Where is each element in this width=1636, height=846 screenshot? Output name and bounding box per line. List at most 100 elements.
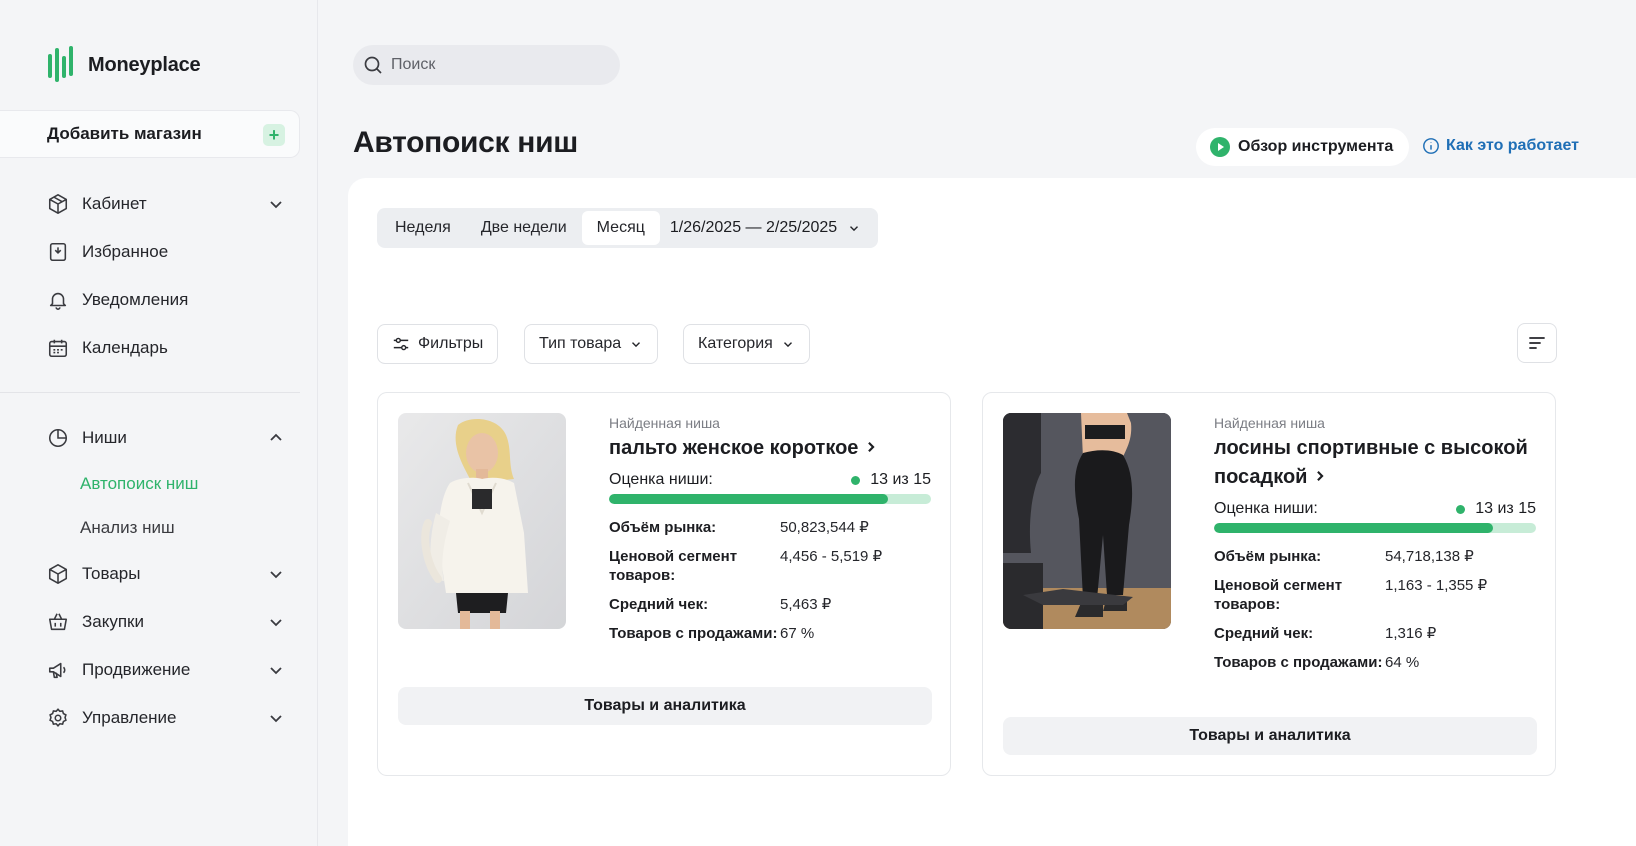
- tool-overview-button[interactable]: Обзор инструмента: [1196, 128, 1410, 166]
- niche-score-row: Оценка ниши: 13 из 15: [609, 471, 931, 489]
- add-store-button[interactable]: Добавить магазин +: [0, 110, 300, 158]
- sidebar-item-management[interactable]: Управление: [0, 694, 300, 742]
- stat-value: 5,463 ₽: [780, 596, 832, 613]
- products-analytics-button[interactable]: Товары и аналитика: [398, 687, 932, 725]
- chevron-up-icon[interactable]: [266, 428, 286, 448]
- sidebar-divider: [0, 392, 300, 393]
- sidebar-subitem-niche-analysis[interactable]: Анализ ниш: [0, 506, 300, 550]
- search-bar: [353, 45, 620, 85]
- sidebar-item-label: Ниши: [82, 428, 127, 447]
- logo-icon: [48, 46, 78, 84]
- niche-score-bar-fill: [1214, 523, 1494, 533]
- sidebar-item-label: Управление: [82, 708, 177, 727]
- stat-label: Товаров с продажами:: [609, 625, 778, 642]
- niche-stats: Объём рынка: 54,718,138 ₽ Ценовой сегмен…: [1214, 547, 1536, 672]
- sidebar-subitem-label: Автопоиск ниш: [80, 474, 199, 493]
- play-icon: [1210, 137, 1230, 157]
- chevron-down-icon[interactable]: [266, 708, 286, 728]
- stat-label: Объём рынка:: [609, 519, 717, 536]
- product-type-label: Тип товара: [539, 335, 622, 352]
- category-dropdown[interactable]: Категория: [683, 324, 810, 364]
- products-analytics-button[interactable]: Товары и аналитика: [1003, 717, 1537, 755]
- chevron-down-icon: [850, 226, 859, 232]
- plus-icon[interactable]: +: [263, 124, 285, 146]
- stat-products-with-sales: Товаров с продажами: 64 %: [1214, 653, 1536, 672]
- niche-score-value: 13 из 15: [870, 471, 931, 488]
- stat-value: 67 %: [780, 625, 815, 642]
- sidebar-item-label: Кабинет: [82, 194, 147, 213]
- product-image-leggings[interactable]: [1003, 413, 1171, 629]
- megaphone-icon: [46, 658, 70, 682]
- how-it-works-label: Как это работает: [1446, 137, 1579, 154]
- search-icon: [364, 56, 382, 74]
- chevron-down-icon[interactable]: [266, 660, 286, 680]
- sort-button[interactable]: [1517, 323, 1557, 363]
- niche-score-row: Оценка ниши: 13 из 15: [1214, 500, 1536, 518]
- niche-score-value: 13 из 15: [1475, 500, 1536, 517]
- chevron-down-icon[interactable]: [266, 612, 286, 632]
- how-it-works-link[interactable]: Как это работает: [1422, 137, 1579, 155]
- sidebar-subitem-label: Анализ ниш: [80, 518, 175, 537]
- sidebar-item-products[interactable]: Товары: [0, 550, 300, 598]
- sidebar-item-promotion[interactable]: Продвижение: [0, 646, 300, 694]
- niche-card: Найденная ниша пальто женское короткое О…: [377, 392, 951, 776]
- sidebar-item-notifications[interactable]: Уведомления: [0, 276, 300, 324]
- stat-price-segment: Ценовой сегмент товаров: 1,163 - 1,355 ₽: [1214, 576, 1536, 614]
- stat-average-check: Средний чек: 5,463 ₽: [609, 595, 931, 614]
- period-selector: Неделя Две недели Месяц 1/26/2025 — 2/25…: [377, 208, 879, 248]
- stat-label: Средний чек:: [609, 596, 709, 613]
- niche-info: Найденная ниша пальто женское короткое О…: [609, 415, 931, 653]
- period-two-weeks-tab[interactable]: Две недели: [466, 211, 582, 245]
- period-month-tab[interactable]: Месяц: [581, 211, 660, 245]
- niche-score-bar: [609, 494, 931, 504]
- chevron-right-icon: [1317, 471, 1324, 481]
- search-input[interactable]: [391, 56, 591, 74]
- sidebar-item-cabinet[interactable]: Кабинет: [0, 180, 300, 228]
- chevron-down-icon[interactable]: [266, 564, 286, 584]
- sidebar-item-calendar[interactable]: Календарь: [0, 324, 300, 372]
- period-week-tab[interactable]: Неделя: [380, 211, 466, 245]
- stat-average-check: Средний чек: 1,316 ₽: [1214, 624, 1536, 643]
- niche-title: пальто женское короткое: [609, 437, 859, 459]
- sidebar-nav-tools: Ниши Автопоиск ниш Анализ ниш Товары Зак…: [0, 414, 300, 742]
- date-range-picker[interactable]: 1/26/2025 — 2/25/2025: [660, 219, 875, 237]
- sidebar-item-niches[interactable]: Ниши: [0, 414, 300, 462]
- chevron-down-icon: [783, 342, 792, 348]
- add-store-label: Добавить магазин: [47, 124, 202, 143]
- found-niche-label: Найденная ниша: [1214, 415, 1325, 431]
- box-icon: [46, 192, 70, 216]
- sidebar-item-purchases[interactable]: Закупки: [0, 598, 300, 646]
- stat-value: 50,823,544 ₽: [780, 519, 869, 536]
- niche-title-link[interactable]: лосины спортивные с высокой посадкой: [1214, 434, 1536, 492]
- stat-label: Ценовой сегмент товаров:: [609, 548, 738, 584]
- sidebar-item-label: Товары: [82, 564, 141, 583]
- niche-score-label: Оценка ниши:: [1214, 500, 1318, 517]
- niche-stats: Объём рынка: 50,823,544 ₽ Ценовой сегмен…: [609, 518, 931, 643]
- product-image-coat[interactable]: [398, 413, 566, 629]
- chevron-down-icon: [632, 342, 641, 348]
- score-status-dot: [851, 475, 861, 485]
- sidebar-item-label: Закупки: [82, 612, 144, 631]
- filters-button[interactable]: Фильтры: [377, 324, 499, 364]
- stat-products-with-sales: Товаров с продажами: 67 %: [609, 624, 931, 643]
- sidebar: Moneyplace Добавить магазин + Кабинет Из…: [0, 0, 318, 846]
- stat-label: Ценовой сегмент товаров:: [1214, 577, 1343, 613]
- stat-value: 1,163 - 1,355 ₽: [1385, 577, 1488, 594]
- bookmark-icon: [46, 240, 70, 264]
- found-niche-label: Найденная ниша: [609, 415, 720, 431]
- stat-value: 4,456 - 5,519 ₽: [780, 548, 883, 565]
- product-type-dropdown[interactable]: Тип товара: [524, 324, 659, 364]
- stat-value: 1,316 ₽: [1385, 625, 1437, 642]
- chevron-down-icon[interactable]: [266, 194, 286, 214]
- date-range-value: 1/26/2025 — 2/25/2025: [669, 219, 838, 236]
- app-logo[interactable]: Moneyplace: [48, 46, 201, 84]
- filters-label: Фильтры: [418, 335, 484, 352]
- calendar-icon: [46, 336, 70, 360]
- sidebar-subitem-autosearch[interactable]: Автопоиск ниш: [0, 462, 300, 506]
- score-status-dot: [1456, 504, 1466, 514]
- sidebar-item-favorites[interactable]: Избранное: [0, 228, 300, 276]
- niche-title-link[interactable]: пальто женское короткое: [609, 434, 931, 463]
- stat-value: 64 %: [1385, 654, 1420, 671]
- sort-icon: [1529, 337, 1545, 349]
- chevron-right-icon: [868, 442, 875, 452]
